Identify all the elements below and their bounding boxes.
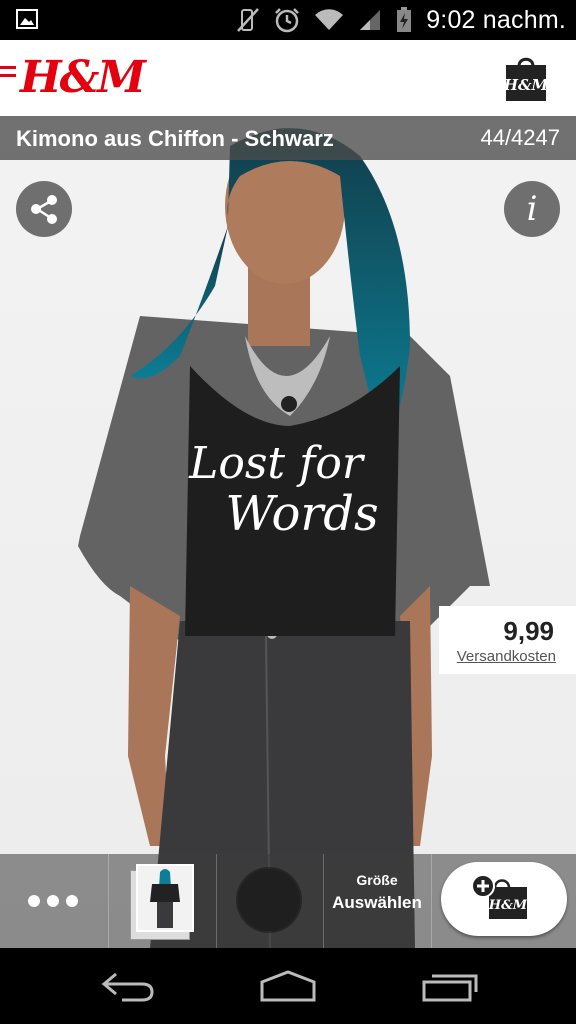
shirt-print-line2: Words bbox=[225, 486, 378, 542]
shirt-print-line1: Lost for bbox=[188, 438, 366, 489]
vibrate-icon bbox=[237, 8, 260, 32]
product-thumbnail-button[interactable] bbox=[130, 864, 196, 940]
shopping-bag-icon[interactable]: H&M bbox=[502, 54, 550, 102]
back-icon[interactable] bbox=[98, 968, 158, 1004]
add-to-bag-button[interactable]: H&M bbox=[441, 862, 567, 936]
clock: 9:02 nachm. bbox=[426, 5, 566, 34]
product-photo[interactable]: Lost for Words bbox=[0, 116, 576, 948]
system-nav-bar bbox=[0, 948, 576, 1024]
color-swatch-button[interactable] bbox=[238, 869, 300, 931]
menu-icon[interactable] bbox=[0, 66, 16, 86]
toolbar-divider bbox=[108, 854, 109, 948]
wifi-icon bbox=[315, 9, 344, 31]
item-counter: 44/4247 bbox=[480, 125, 560, 150]
more-dot-icon bbox=[66, 895, 78, 907]
price-tag: 9,99 Versandkosten bbox=[439, 606, 576, 674]
info-icon: i bbox=[526, 189, 538, 229]
gallery-notification-icon bbox=[16, 9, 38, 29]
toolbar-divider bbox=[216, 854, 217, 948]
svg-text:H&M: H&M bbox=[503, 76, 549, 94]
status-bar: 9:02 nachm. bbox=[0, 0, 576, 40]
product-title-bar: Kimono aus Chiffon - Schwarz 44/4247 bbox=[0, 116, 576, 160]
info-button[interactable]: i bbox=[504, 181, 560, 237]
recent-apps-icon[interactable] bbox=[418, 968, 482, 1004]
add-to-bag-icon: H&M bbox=[471, 874, 528, 919]
shipping-costs-link[interactable]: Versandkosten bbox=[457, 648, 556, 665]
battery-icon bbox=[397, 7, 412, 32]
more-dot-icon bbox=[28, 895, 40, 907]
more-dot-icon bbox=[47, 895, 59, 907]
signal-icon bbox=[360, 10, 381, 30]
price: 9,99 bbox=[503, 616, 554, 646]
more-options-button[interactable] bbox=[0, 854, 108, 948]
app-header: H&M H&M bbox=[0, 40, 576, 117]
share-button[interactable] bbox=[16, 181, 72, 237]
share-icon bbox=[31, 195, 57, 224]
svg-text:H&M: H&M bbox=[488, 898, 528, 913]
alarm-icon bbox=[275, 8, 300, 33]
home-icon[interactable] bbox=[256, 968, 320, 1004]
size-label: Größe bbox=[356, 872, 398, 888]
product-title: Kimono aus Chiffon - Schwarz bbox=[16, 126, 334, 151]
hm-logo[interactable]: H&M bbox=[20, 52, 146, 104]
toolbar-divider bbox=[431, 854, 432, 948]
size-select-label: Auswählen bbox=[332, 893, 422, 912]
size-select-button[interactable]: Größe Auswählen bbox=[324, 854, 430, 948]
thumbnail-image bbox=[136, 864, 194, 932]
